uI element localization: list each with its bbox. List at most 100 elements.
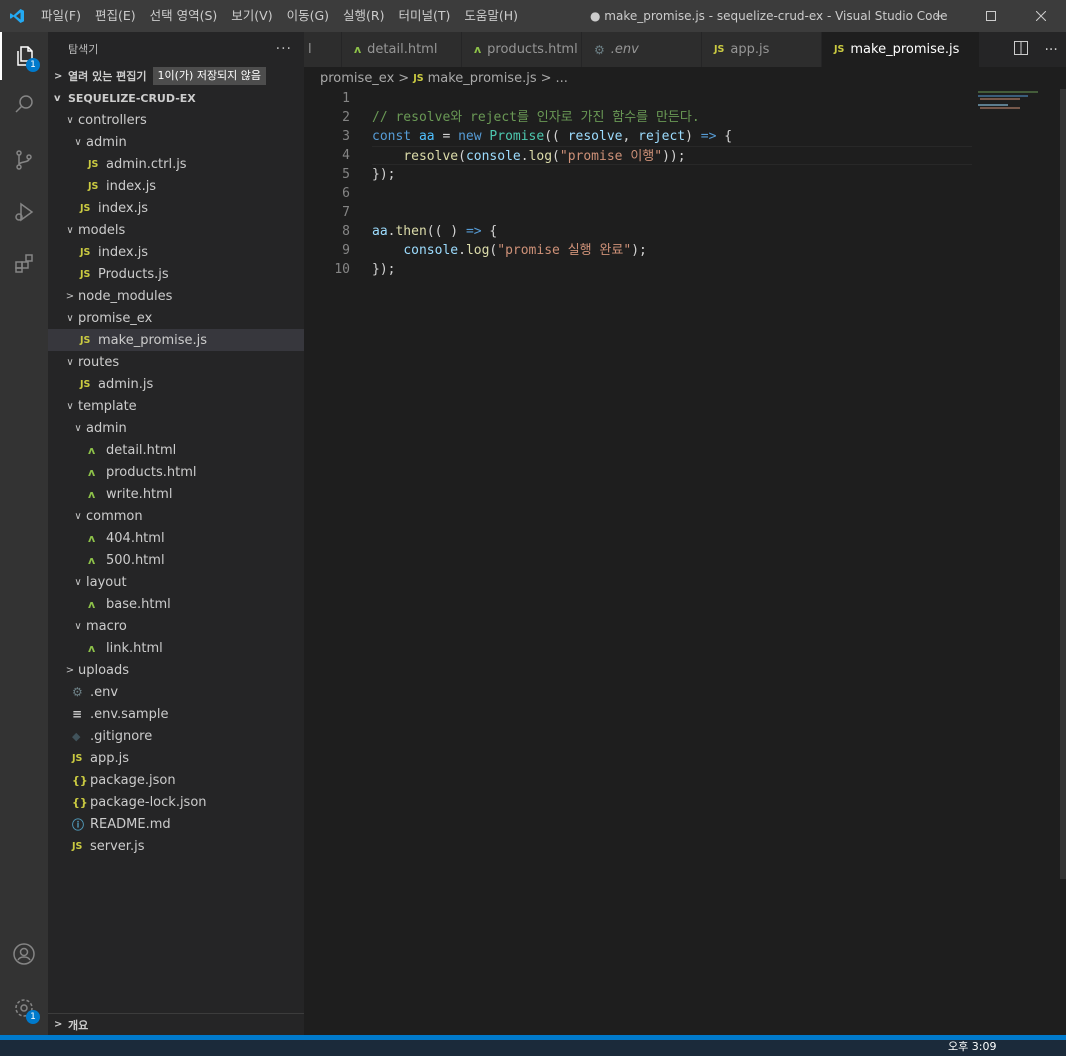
- editor-tab[interactable]: ʌ detail.html: [342, 32, 462, 67]
- open-editors-section[interactable]: > 열려 있는 편집기 1이(가) 저장되지 않음: [48, 65, 304, 87]
- file-item[interactable]: JS admin.ctrl.js: [48, 153, 304, 175]
- text-lines-icon: ≡: [72, 707, 83, 721]
- code-area[interactable]: // resolve와 reject를 인자로 가진 함수를 만든다. const…: [372, 89, 972, 279]
- file-item[interactable]: JS make_promise.js: [48, 329, 304, 351]
- vertical-scrollbar[interactable]: [1060, 89, 1066, 879]
- code-line[interactable]: [372, 89, 972, 108]
- code-token: .: [520, 149, 529, 164]
- menu-item[interactable]: 파일(F): [34, 0, 88, 32]
- split-editor-icon[interactable]: [1014, 40, 1029, 59]
- explorer-badge: 1: [26, 58, 40, 72]
- editor-tab[interactable]: l: [304, 32, 342, 67]
- json-file-icon: {}: [72, 773, 88, 787]
- menu-item[interactable]: 보기(V): [224, 0, 279, 32]
- editor-tab[interactable]: ⚙ .env: [582, 32, 702, 67]
- file-item[interactable]: JS index.js: [48, 241, 304, 263]
- minimize-icon[interactable]: [916, 0, 966, 32]
- file-item[interactable]: ⓘ README.md: [48, 813, 304, 835]
- menu-item[interactable]: 도움말(H): [457, 0, 525, 32]
- file-item[interactable]: ◆ .gitignore: [48, 725, 304, 747]
- file-item[interactable]: {} package.json: [48, 769, 304, 791]
- file-item[interactable]: ʌ 404.html: [48, 527, 304, 549]
- settings-gear-icon[interactable]: 1: [0, 984, 48, 1032]
- editor-tab[interactable]: ʌ products.html: [462, 32, 582, 67]
- tree-item-label: 404.html: [106, 530, 165, 546]
- folder-item[interactable]: ∨ controllers: [48, 109, 304, 131]
- source-control-icon[interactable]: [0, 136, 48, 184]
- folder-item[interactable]: ∨ admin: [48, 417, 304, 439]
- file-item[interactable]: ʌ write.html: [48, 483, 304, 505]
- menu-item[interactable]: 선택 영역(S): [143, 0, 225, 32]
- menu-item[interactable]: 편집(E): [88, 0, 143, 32]
- file-item[interactable]: JS Products.js: [48, 263, 304, 285]
- file-item[interactable]: ʌ detail.html: [48, 439, 304, 461]
- chevron-down-icon: ∨: [66, 400, 74, 412]
- more-actions-icon[interactable]: ···: [1044, 42, 1057, 58]
- folder-item[interactable]: ∨ models: [48, 219, 304, 241]
- editor-tab[interactable]: JS make_promise.js: [822, 32, 980, 67]
- breadcrumb-more[interactable]: ...: [556, 71, 568, 86]
- file-item[interactable]: ʌ 500.html: [48, 549, 304, 571]
- folder-item[interactable]: ∨ promise_ex: [48, 307, 304, 329]
- code-line[interactable]: aa.then(( ) => {: [372, 222, 972, 241]
- code-token: resolve: [567, 129, 623, 144]
- menu-item[interactable]: 터미널(T): [392, 0, 458, 32]
- explorer-icon[interactable]: 1: [0, 32, 48, 80]
- file-item[interactable]: ʌ base.html: [48, 593, 304, 615]
- breadcrumb-file[interactable]: make_promise.js: [428, 71, 537, 86]
- file-item[interactable]: JS server.js: [48, 835, 304, 857]
- menu-item[interactable]: 실행(R): [336, 0, 391, 32]
- account-icon[interactable]: [0, 930, 48, 978]
- file-item[interactable]: JS index.js: [48, 197, 304, 219]
- folder-item[interactable]: > uploads: [48, 659, 304, 681]
- editor-tab[interactable]: JS app.js: [702, 32, 822, 67]
- file-item[interactable]: ʌ link.html: [48, 637, 304, 659]
- code-line[interactable]: });: [372, 260, 972, 279]
- project-folder-header[interactable]: v SEQUELIZE-CRUD-EX: [48, 87, 304, 109]
- outline-section[interactable]: > 개요: [48, 1013, 304, 1035]
- extensions-icon[interactable]: [0, 240, 48, 288]
- search-icon[interactable]: [0, 80, 48, 128]
- menu-item[interactable]: 이동(G): [280, 0, 336, 32]
- file-item[interactable]: ≡ .env.sample: [48, 703, 304, 725]
- tree-item-label: admin: [86, 134, 127, 150]
- close-icon[interactable]: [1016, 0, 1066, 32]
- chevron-down-icon: ∨: [66, 224, 74, 236]
- code-token: log: [465, 243, 490, 258]
- file-item[interactable]: JS index.js: [48, 175, 304, 197]
- file-item[interactable]: ʌ products.html: [48, 461, 304, 483]
- file-item[interactable]: JS app.js: [48, 747, 304, 769]
- run-debug-icon[interactable]: [0, 188, 48, 236]
- folder-item[interactable]: ∨ admin: [48, 131, 304, 153]
- maximize-icon[interactable]: [966, 0, 1016, 32]
- folder-item[interactable]: ∨ layout: [48, 571, 304, 593]
- code-token: =>: [700, 129, 717, 144]
- line-number: 7: [342, 205, 350, 220]
- file-item[interactable]: JS admin.js: [48, 373, 304, 395]
- code-token: console: [403, 243, 459, 258]
- minimap[interactable]: [978, 89, 1058, 119]
- folder-item[interactable]: ∨ routes: [48, 351, 304, 373]
- file-item[interactable]: ⚙ .env: [48, 681, 304, 703]
- code-line[interactable]: [372, 203, 972, 222]
- editor-tabs: l ʌ detail.html ʌ products.html ⚙ .env JS app.js…: [304, 32, 1066, 67]
- code-line[interactable]: });: [372, 165, 972, 184]
- js-file-icon: JS: [72, 752, 83, 764]
- code-line[interactable]: resolve(console.log("promise 이행"));: [372, 146, 972, 165]
- code-token: resolve: [403, 149, 459, 164]
- file-item[interactable]: {} package-lock.json: [48, 791, 304, 813]
- code-token: =: [434, 129, 459, 144]
- folder-item[interactable]: ∨ template: [48, 395, 304, 417]
- code-editor[interactable]: 1 2 3 4 5 6 7 8 9 10 // resolve와 reject를 인자로 가진 함…: [304, 89, 1066, 1035]
- breadcrumb-folder[interactable]: promise_ex: [320, 71, 394, 86]
- js-file-icon: JS: [88, 158, 99, 170]
- code-line[interactable]: console.log("promise 실행 완료");: [372, 241, 972, 260]
- folder-item[interactable]: ∨ macro: [48, 615, 304, 637]
- gear-icon: ⚙: [594, 42, 605, 57]
- code-line[interactable]: [372, 184, 972, 203]
- folder-item[interactable]: ∨ common: [48, 505, 304, 527]
- code-line[interactable]: const aa = new Promise(( resolve, reject…: [372, 127, 972, 146]
- code-line[interactable]: // resolve와 reject를 인자로 가진 함수를 만든다.: [372, 108, 972, 127]
- folder-item[interactable]: > node_modules: [48, 285, 304, 307]
- more-actions-icon[interactable]: ···: [276, 41, 292, 57]
